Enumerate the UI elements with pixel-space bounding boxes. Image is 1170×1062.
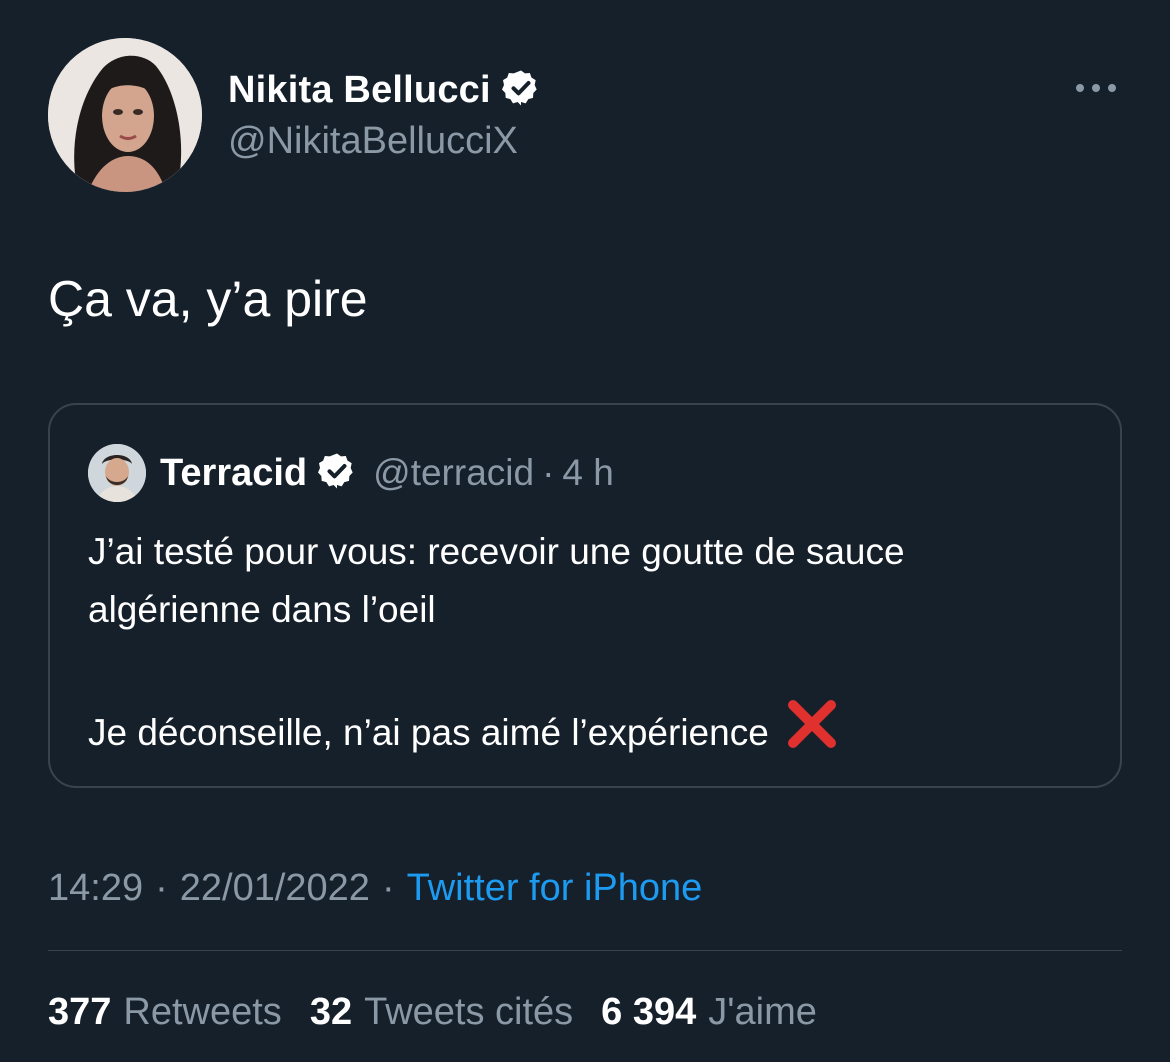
divider	[48, 950, 1122, 951]
likes-stat[interactable]: 6 394 J'aime	[601, 991, 817, 1034]
retweets-count: 377	[48, 990, 112, 1033]
author-name[interactable]: Nikita Bellucci	[228, 69, 491, 112]
quoted-tweet-header: Terracid @terracid · 4 h	[88, 444, 614, 502]
tweet-stats: 377 Retweets 32 Tweets cités 6 394 J'aim…	[48, 986, 845, 1038]
quoted-tweet-text: J’ai testé pour vous: recevoir une goutt…	[88, 523, 1098, 770]
tweet-text: Ça va, y’a pire	[48, 271, 368, 327]
quoted-author-handle: @terracid	[373, 452, 535, 493]
meta-separator: ·	[381, 866, 395, 909]
more-options-button[interactable]	[1068, 70, 1124, 106]
tweet-source-link[interactable]: Twitter for iPhone	[407, 867, 703, 910]
quoted-author-avatar	[88, 444, 146, 502]
author-avatar-image	[48, 38, 202, 192]
quoted-timestamp: 4 h	[562, 452, 614, 493]
quote-tweets-stat[interactable]: 32 Tweets cités	[310, 991, 573, 1034]
quoted-tweet[interactable]: Terracid @terracid · 4 h J’ai testé pour…	[48, 403, 1122, 788]
more-dots-icon	[1076, 84, 1116, 92]
verified-badge-icon	[501, 68, 541, 113]
quoted-text-line: algérienne dans l’oeil	[88, 589, 436, 630]
quote-tweets-label: Tweets cités	[364, 990, 574, 1033]
quote-tweets-count: 32	[309, 990, 353, 1033]
tweet-detail: Nikita Bellucci @NikitaBellucciX Ça va, …	[0, 0, 1170, 1062]
quoted-verified-badge-icon	[317, 451, 357, 496]
quoted-avatar-image	[88, 444, 146, 502]
likes-count: 6 394	[601, 990, 697, 1033]
quoted-text-line: J’ai testé pour vous: recevoir une goutt…	[88, 531, 905, 572]
meta-separator: ·	[155, 866, 168, 909]
retweets-label: Retweets	[123, 990, 282, 1033]
quoted-author-name: Terracid	[160, 451, 308, 494]
author-info: Nikita Bellucci @NikitaBellucciX	[228, 66, 541, 163]
author-avatar[interactable]	[48, 38, 202, 192]
tweet-meta: 14:29 · 22/01/2022 · Twitter for iPhone	[48, 862, 702, 914]
tweet-date[interactable]: 22/01/2022	[180, 867, 370, 910]
retweets-stat[interactable]: 377 Retweets	[48, 991, 282, 1034]
quoted-text-line: Je déconseille, n’ai pas aimé l’expérien…	[88, 711, 769, 753]
author-handle[interactable]: @NikitaBellucciX	[228, 120, 541, 163]
cross-mark-icon	[783, 695, 841, 770]
quoted-separator: ·	[542, 452, 555, 493]
tweet-time[interactable]: 14:29	[48, 867, 143, 910]
likes-label: J'aime	[708, 990, 817, 1033]
